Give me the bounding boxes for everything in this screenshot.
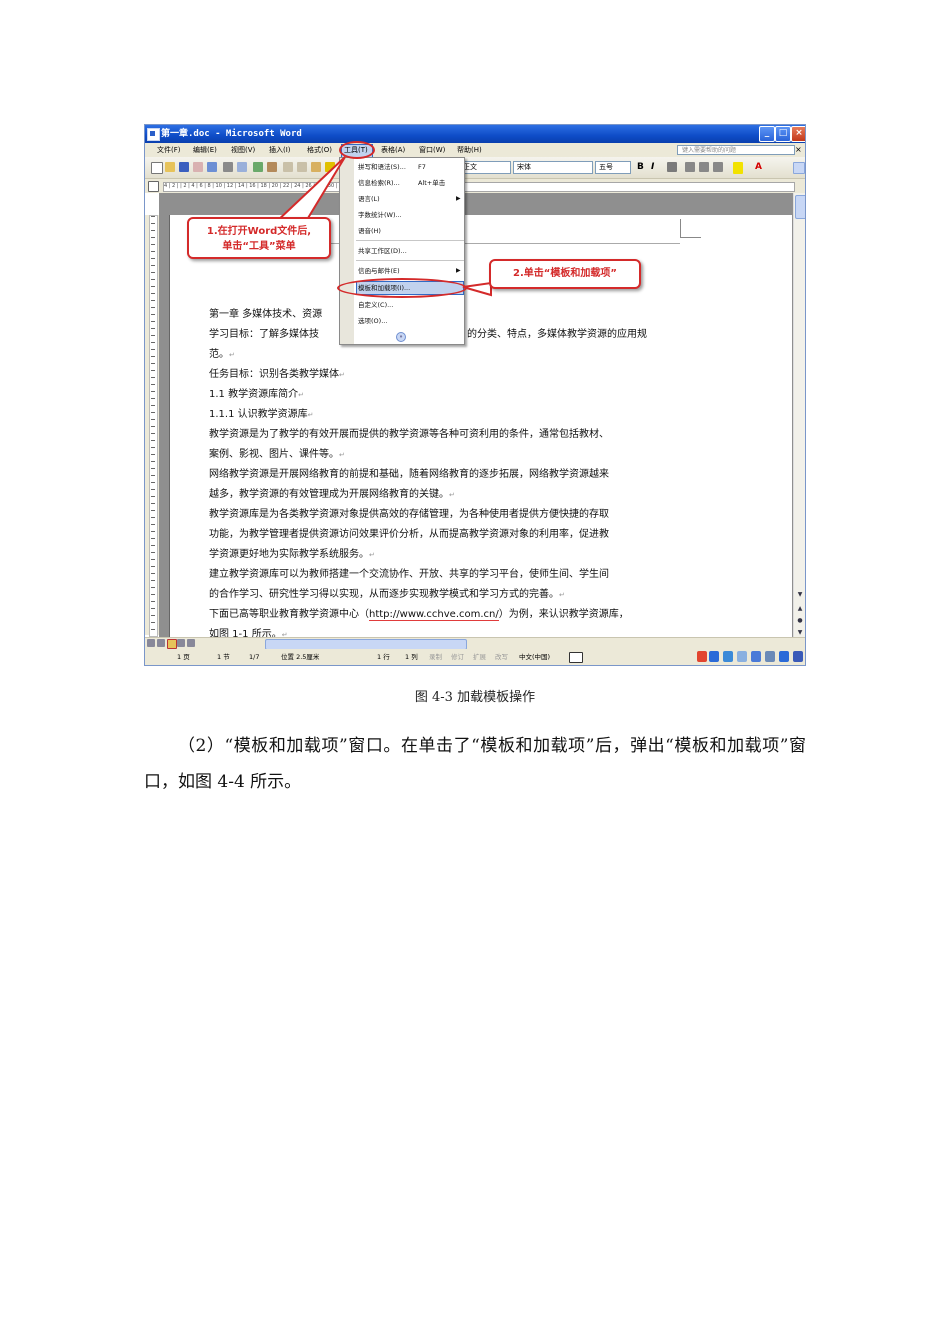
callout-step1: 1.在打开Word文件后, 单击“工具”菜单 (187, 217, 331, 259)
callout1-pointer (272, 156, 346, 224)
figure-caption: 图 4-3 加载模板操作 (414, 690, 536, 705)
callout-step2: 2.单击“模板和加载项” (489, 259, 641, 289)
callout2-pointer (462, 281, 492, 297)
annotation-pointers (272, 156, 492, 297)
word-screenshot: 第一章.doc - Microsoft Word _ □ × 文件(F) 编辑(… (144, 124, 806, 666)
body-paragraph: （2）“模板和加载项”窗口。在单击了“模板和加载项”后，弹出“模板和加载项”窗口… (144, 736, 806, 792)
